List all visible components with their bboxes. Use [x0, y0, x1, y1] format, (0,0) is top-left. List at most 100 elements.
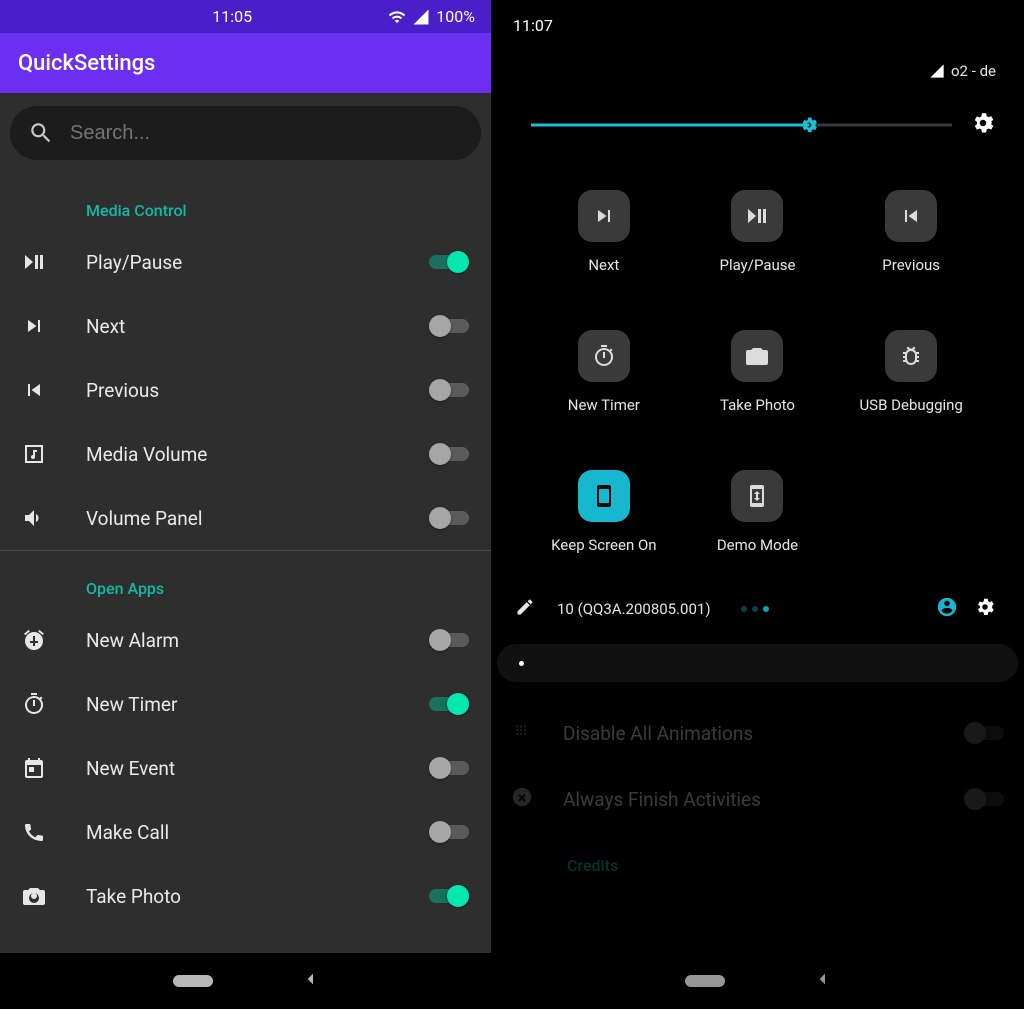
row-new-event[interactable]: New Event	[0, 736, 491, 800]
tile-label: New Timer	[568, 396, 640, 414]
switch-disable-animations	[964, 722, 1004, 744]
row-label: Disable All Animations	[563, 722, 934, 745]
nav-home-pill[interactable]	[685, 975, 725, 987]
switch-make-call[interactable]	[429, 821, 469, 843]
qs-tiles-grid: Next Play/Pause Previous New Timer Take …	[491, 150, 1024, 584]
app-bar: QuickSettings	[0, 33, 491, 93]
tile-new-timer[interactable]: New Timer	[534, 330, 674, 414]
tile-label: Next	[588, 256, 619, 274]
status-bar: 11:07	[491, 0, 1024, 50]
tile-label: Keep Screen On	[551, 536, 657, 554]
switch-new-alarm[interactable]	[429, 629, 469, 651]
switch-play-pause[interactable]	[429, 251, 469, 273]
close-circle-icon	[511, 786, 533, 812]
section-header-open-apps: Open Apps	[0, 551, 491, 608]
row-make-call[interactable]: Make Call	[0, 800, 491, 864]
row-label: Previous	[86, 379, 429, 402]
search-wrap	[0, 93, 491, 173]
notification-shade-collapsed[interactable]	[497, 644, 1018, 682]
smartphone-icon	[592, 484, 616, 508]
row-next[interactable]: Next	[0, 294, 491, 358]
nav-home-pill[interactable]	[173, 975, 213, 987]
search-icon	[28, 120, 54, 146]
tile-label: Demo Mode	[717, 536, 798, 554]
account-circle-icon	[936, 596, 958, 618]
switch-new-event[interactable]	[429, 757, 469, 779]
row-label: Take Photo	[86, 885, 429, 908]
nav-back-button[interactable]	[815, 971, 831, 991]
qs-settings-button[interactable]	[970, 110, 996, 140]
search-input[interactable]	[70, 122, 469, 145]
row-disable-animations: Disable All Animations	[511, 700, 1004, 766]
section-header-credits: Credits	[511, 832, 1004, 875]
camera-icon	[20, 882, 48, 910]
row-label: New Alarm	[86, 629, 429, 652]
row-label: New Timer	[86, 693, 429, 716]
tile-take-photo[interactable]: Take Photo	[687, 330, 827, 414]
tile-label: Take Photo	[720, 396, 795, 414]
row-volume-panel[interactable]: Volume Panel	[0, 486, 491, 550]
switch-new-timer[interactable]	[429, 693, 469, 715]
row-label: Play/Pause	[86, 251, 429, 274]
nav-back-button[interactable]	[303, 971, 319, 991]
row-label: Always Finish Activities	[563, 788, 934, 811]
background-list-dimmed: Disable All Animations Always Finish Act…	[491, 682, 1024, 875]
settings-button[interactable]	[974, 596, 996, 622]
bug-icon	[899, 344, 923, 368]
camera-icon	[745, 344, 769, 368]
search-box[interactable]	[10, 106, 481, 160]
page-indicator[interactable]	[741, 606, 920, 612]
skip-previous-icon	[20, 376, 48, 404]
row-label: New Event	[86, 757, 429, 780]
app-title: QuickSettings	[18, 51, 155, 76]
tile-keep-screen-on[interactable]: Keep Screen On	[534, 470, 674, 554]
tile-usb-debugging[interactable]: USB Debugging	[841, 330, 981, 414]
switch-media-volume[interactable]	[429, 443, 469, 465]
build-version[interactable]: 10 (QQ3A.200805.001)	[557, 600, 711, 618]
row-take-photo[interactable]: Take Photo	[0, 864, 491, 928]
notification-dot	[519, 661, 524, 666]
gear-icon	[970, 110, 996, 136]
brightness-slider-thumb[interactable]	[799, 115, 819, 135]
user-account-button[interactable]	[936, 596, 958, 622]
status-time: 11:05	[76, 7, 388, 26]
row-new-alarm[interactable]: New Alarm	[0, 608, 491, 672]
timer-icon	[20, 690, 48, 718]
row-label: Media Volume	[86, 443, 429, 466]
music-note-box-icon	[20, 440, 48, 468]
tile-play-pause[interactable]: Play/Pause	[687, 190, 827, 274]
row-new-timer[interactable]: New Timer	[0, 672, 491, 736]
gear-icon	[974, 596, 996, 618]
screenshot-left: 11:05 100% QuickSettings Media Control P…	[0, 0, 491, 1009]
row-label: Volume Panel	[86, 507, 429, 530]
tile-previous[interactable]: Previous	[841, 190, 981, 274]
tile-label: Play/Pause	[720, 256, 796, 274]
switch-next[interactable]	[429, 315, 469, 337]
status-time: 11:07	[513, 16, 553, 35]
signal-icon	[412, 8, 430, 26]
row-media-volume[interactable]: Media Volume	[0, 422, 491, 486]
edit-tiles-button[interactable]	[515, 597, 535, 621]
volume-icon	[20, 504, 48, 532]
nav-bar	[0, 953, 491, 1009]
row-play-pause[interactable]: Play/Pause	[0, 230, 491, 294]
row-always-finish: Always Finish Activities	[511, 766, 1004, 832]
row-previous[interactable]: Previous	[0, 358, 491, 422]
section-header-media-control: Media Control	[0, 173, 491, 230]
play-pause-icon	[20, 248, 48, 276]
switch-previous[interactable]	[429, 379, 469, 401]
tile-demo-mode[interactable]: Demo Mode	[687, 470, 827, 554]
brightness-row	[491, 80, 1024, 150]
play-pause-icon	[745, 204, 769, 228]
switch-take-photo[interactable]	[429, 885, 469, 907]
tile-label: Previous	[882, 256, 940, 274]
row-label: Make Call	[86, 821, 429, 844]
tile-next[interactable]: Next	[534, 190, 674, 274]
device-sync-icon	[745, 484, 769, 508]
alarm-add-icon	[20, 626, 48, 654]
status-bar: 11:05 100%	[0, 0, 491, 33]
event-icon	[20, 754, 48, 782]
switch-volume-panel[interactable]	[429, 507, 469, 529]
brightness-slider[interactable]	[531, 113, 952, 137]
tile-label: USB Debugging	[859, 396, 962, 414]
